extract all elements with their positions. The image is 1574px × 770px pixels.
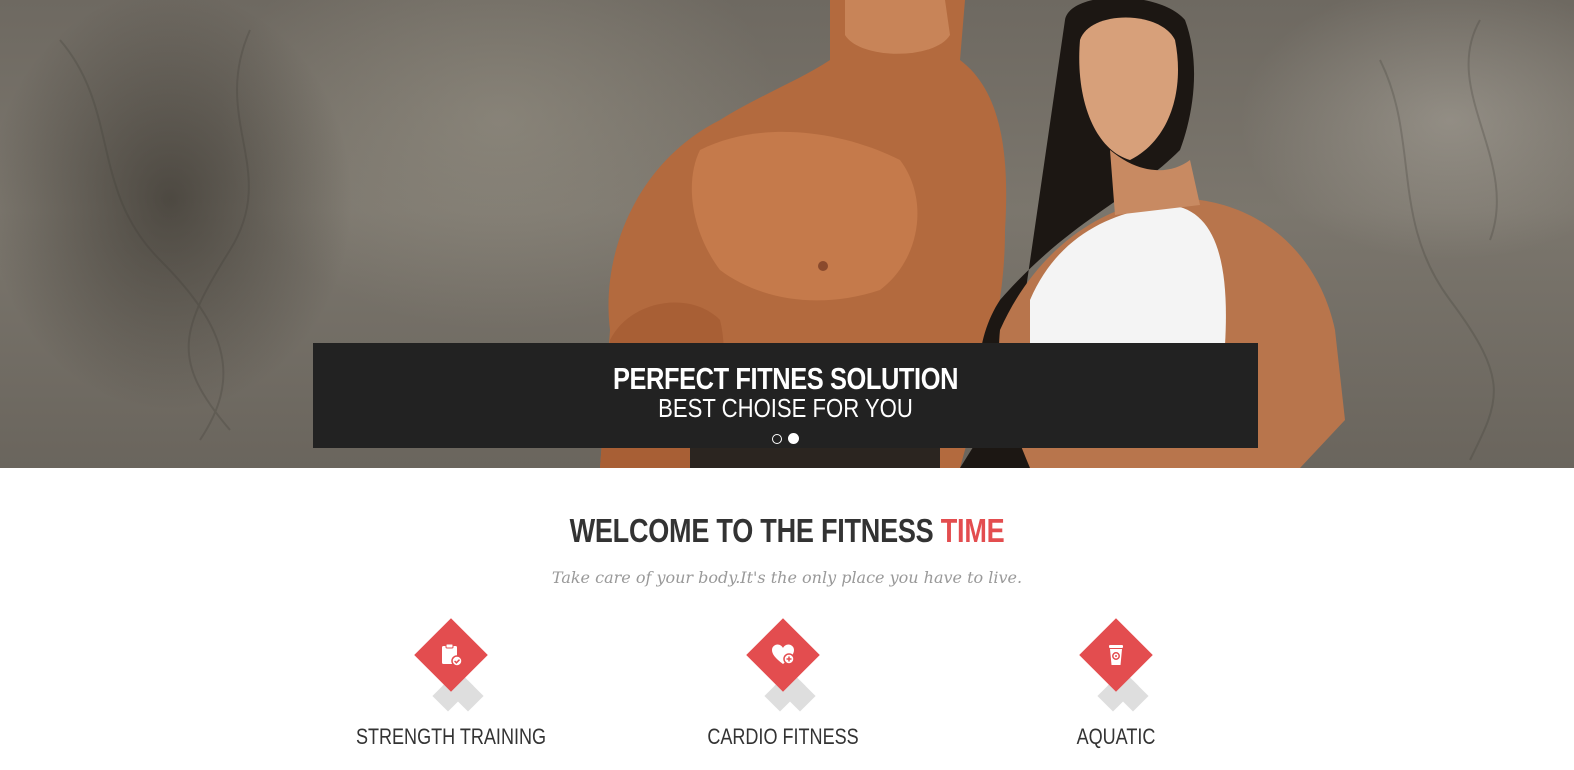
hero-subtitle: BEST CHOISE FOR YOU [658, 393, 913, 423]
feature-label: STRENGTH TRAINING [355, 724, 547, 749]
cup-icon [1109, 645, 1123, 665]
welcome-subtitle: Take care of your body.It's the only pla… [551, 568, 1023, 587]
clipboard-check-icon [442, 643, 463, 667]
feature-icon-badge [331, 618, 571, 712]
welcome-title-accent: TIME [940, 512, 1005, 549]
hero-caption: PERFECT FITNES SOLUTION BEST CHOISE FOR … [313, 343, 1258, 448]
feature-cardio-fitness[interactable]: CARDIO FITNESS [663, 618, 903, 749]
hero-title: PERFECT FITNES SOLUTION [612, 361, 959, 396]
heart-plus-icon [772, 644, 795, 665]
feature-icon-badge [663, 618, 903, 712]
welcome-title-main: WELCOME TO THE FITNESS [569, 512, 941, 549]
feature-label: AQUATIC [1076, 724, 1156, 749]
welcome-title: WELCOME TO THE FITNESS TIME [142, 512, 1433, 550]
feature-icon-badge [996, 618, 1236, 712]
hero-slider: PERFECT FITNES SOLUTION BEST CHOISE FOR … [0, 0, 1574, 468]
feature-strength-training[interactable]: STRENGTH TRAINING [331, 618, 571, 749]
feature-aquatic[interactable]: AQUATIC [996, 618, 1236, 749]
slider-dot-2[interactable] [788, 433, 799, 444]
slider-pagination [313, 433, 1258, 444]
feature-label: CARDIO FITNESS [707, 724, 859, 749]
slider-dot-1[interactable] [772, 434, 782, 444]
